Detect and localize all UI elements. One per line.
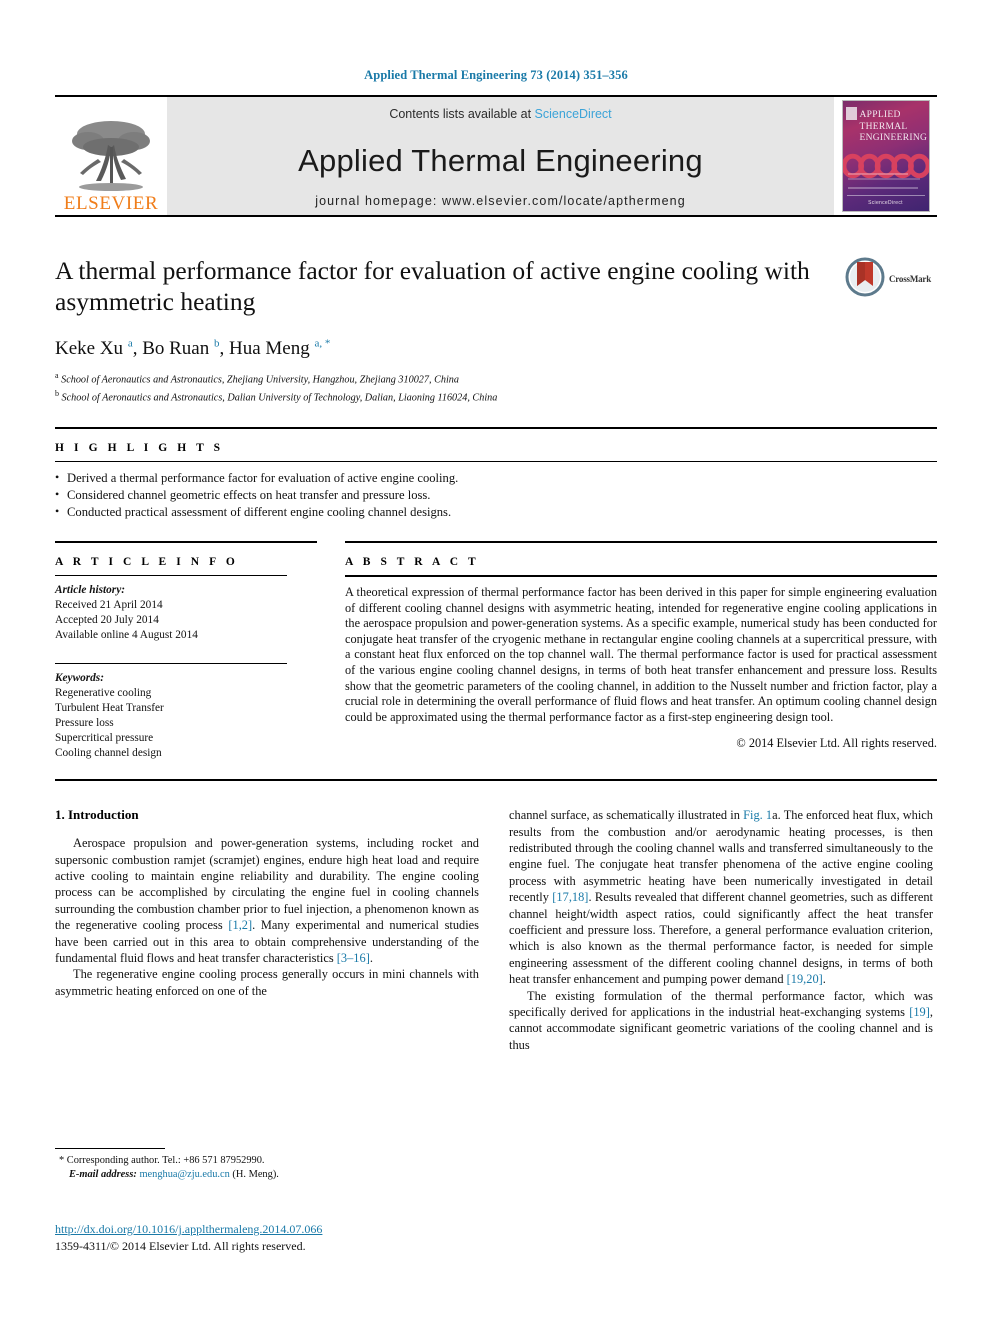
doi-block: http://dx.doi.org/10.1016/j.applthermale… [55, 1222, 322, 1254]
keyword-item: Cooling channel design [55, 747, 162, 760]
list-item: Derived a thermal performance factor for… [55, 469, 937, 487]
list-item: Conducted practical assessment of differ… [55, 503, 937, 521]
elsevier-wordmark: ELSEVIER [63, 193, 159, 214]
corresponding-author-note: * Corresponding author. Tel.: +86 571 87… [59, 1155, 265, 1166]
citation-ref-19-20[interactable]: [19,20] [787, 972, 823, 986]
article-history: Article history: Received 21 April 2014 … [55, 576, 317, 643]
section-heading-introduction: 1. Introduction [55, 807, 139, 823]
article-info-heading: A R T I C L E I N F O [55, 556, 239, 569]
sciencedirect-link[interactable]: ScienceDirect [535, 107, 612, 121]
cover-elsevier-icon [845, 107, 857, 120]
cover-title-line-3: ENGINEERING [859, 133, 928, 143]
contents-available-line: Contents lists available at ScienceDirec… [389, 107, 611, 121]
intro-p4-part-a: The existing formulation of the thermal … [509, 988, 933, 1019]
authors-text: Keke Xu a, Bo Ruan b, Hua Meng a, * [55, 338, 331, 360]
cover-title-line-1: APPLIED [859, 110, 901, 120]
keywords-label: Keywords: [55, 672, 104, 685]
journal-masthead: ELSEVIER Contents lists available at Sci… [55, 95, 937, 217]
keyword-item: Turbulent Heat Transfer [55, 702, 164, 715]
cover-footer: ScienceDirect [868, 200, 903, 206]
list-item: Considered channel geometric effects on … [55, 486, 937, 504]
body-columns: 1. Introduction Aerospace propulsion and… [55, 807, 937, 1053]
cover-title: APPLIED THERMAL ENGINEERING [859, 110, 928, 145]
citation-ref-17-18[interactable]: [17,18] [552, 890, 588, 904]
footnote-rule [55, 1148, 165, 1149]
keyword-item: Supercritical pressure [55, 732, 154, 745]
cover-title-line-2: THERMAL [859, 121, 908, 132]
intro-paragraph-4: The existing formulation of the thermal … [509, 988, 933, 1054]
info-abstract-section: A R T I C L E I N F O Article history: R… [55, 541, 937, 761]
email-label: E-mail address: [69, 1168, 137, 1180]
keyword-item: Regenerative cooling [55, 687, 152, 700]
figure-ref-fig1[interactable]: Fig. 1 [743, 808, 772, 822]
history-available: Available online 4 August 2014 [55, 629, 198, 642]
intro-p3-part-c: . Results revealed that different channe… [509, 890, 933, 987]
highlights-list: Derived a thermal performance factor for… [55, 469, 937, 521]
keyword-item: Pressure loss [55, 717, 114, 730]
abstract-copyright: © 2014 Elsevier Ltd. All rights reserved… [736, 736, 937, 751]
history-received: Received 21 April 2014 [55, 599, 163, 612]
body-column-left: 1. Introduction Aerospace propulsion and… [55, 807, 479, 1053]
doi-link[interactable]: http://dx.doi.org/10.1016/j.applthermale… [55, 1222, 322, 1237]
author-list: Keke Xu a, Bo Ruan b, Hua Meng a, * [55, 338, 937, 360]
intro-paragraph-2: The regenerative engine cooling process … [55, 967, 479, 998]
intro-p1-part-c: . [369, 950, 373, 965]
elsevier-tree-icon [68, 117, 154, 193]
crossmark-label: CrossMark [889, 274, 932, 284]
highlights-section: H I G H L I G H T S Derived a thermal pe… [55, 427, 937, 521]
history-label: Article history: [55, 584, 125, 597]
affiliation-b: b School of Aeronautics and Astronautics… [55, 389, 498, 404]
crossmark-icon [845, 256, 885, 303]
title-block: A thermal performance factor for evaluat… [55, 255, 937, 405]
journal-title: Applied Thermal Engineering [298, 143, 703, 178]
paper-page: Applied Thermal Engineering 73 (2014) 35… [0, 0, 992, 1323]
page-title: A thermal performance factor for evaluat… [55, 256, 810, 316]
email-note: E-mail address: menghua@zju.edu.cn (H. M… [55, 1168, 479, 1182]
contents-prefix: Contents lists available at [389, 107, 535, 121]
affiliation-b-text: School of Aeronautics and Astronautics, … [61, 392, 498, 404]
intro-p3-part-a: channel surface, as schematically illust… [509, 808, 744, 823]
affiliations: a School of Aeronautics and Astronautics… [55, 369, 937, 405]
highlights-mid-rule [55, 461, 937, 463]
email-link[interactable]: menghua@zju.edu.cn [139, 1169, 229, 1180]
elsevier-logo: ELSEVIER [55, 97, 167, 215]
journal-cover-thumbnail: APPLIED THERMAL ENGINEERING ScienceDirec… [834, 97, 937, 215]
affiliation-a: a School of Aeronautics and Astronautics… [55, 371, 459, 386]
body-column-right: channel surface, as schematically illust… [509, 807, 933, 1053]
abstract-column: A B S T R A C T A theoretical expression… [335, 541, 937, 761]
email-suffix: (H. Meng). [232, 1168, 279, 1180]
issn-copyright: 1359-4311/© 2014 Elsevier Ltd. All right… [55, 1239, 306, 1253]
citation-ref-19[interactable]: [19] [909, 1005, 930, 1019]
citation-ref-3-16[interactable]: [3–16] [337, 951, 370, 965]
body-top-rule [55, 779, 937, 782]
footnote-block: * Corresponding author. Tel.: +86 571 87… [55, 1148, 479, 1181]
running-head: Applied Thermal Engineering 73 (2014) 35… [364, 68, 628, 82]
crossmark-badge[interactable]: CrossMark [845, 257, 937, 301]
keywords-block: Keywords: Regenerative cooling Turbulent… [55, 671, 317, 761]
intro-p3-part-d: . [822, 972, 826, 987]
cover-rings-graphic [842, 153, 929, 179]
keywords-rule [55, 663, 287, 665]
affiliation-a-text: School of Aeronautics and Astronautics, … [61, 374, 459, 386]
journal-homepage[interactable]: journal homepage: www.elsevier.com/locat… [315, 194, 686, 208]
abstract-heading: A B S T R A C T [345, 556, 480, 569]
cover-artwork: APPLIED THERMAL ENGINEERING ScienceDirec… [841, 100, 930, 212]
intro-paragraph-1: Aerospace propulsion and power-generatio… [55, 835, 479, 966]
journal-band: Contents lists available at ScienceDirec… [167, 97, 834, 215]
intro-paragraph-3: channel surface, as schematically illust… [509, 807, 933, 987]
history-accepted: Accepted 20 July 2014 [55, 614, 159, 627]
article-info-column: A R T I C L E I N F O Article history: R… [55, 541, 335, 761]
highlights-heading: H I G H L I G H T S [55, 442, 224, 455]
citation-ref-1-2[interactable]: [1,2] [228, 918, 252, 932]
abstract-text: A theoretical expression of thermal perf… [345, 585, 937, 724]
